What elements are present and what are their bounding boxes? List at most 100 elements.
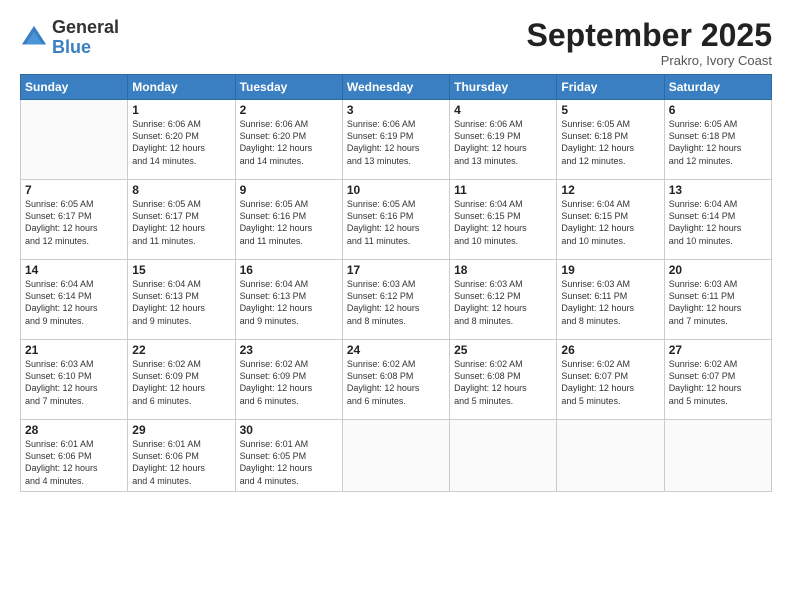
calendar-cell: 25Sunrise: 6:02 AMSunset: 6:08 PMDayligh… bbox=[450, 340, 557, 420]
day-number: 5 bbox=[561, 103, 659, 117]
cell-info: Sunrise: 6:02 AMSunset: 6:07 PMDaylight:… bbox=[561, 358, 659, 407]
header: General Blue September 2025 Prakro, Ivor… bbox=[20, 18, 772, 68]
calendar-cell bbox=[21, 100, 128, 180]
cell-info: Sunrise: 6:03 AMSunset: 6:12 PMDaylight:… bbox=[454, 278, 552, 327]
calendar-cell bbox=[450, 420, 557, 492]
calendar-cell: 13Sunrise: 6:04 AMSunset: 6:14 PMDayligh… bbox=[664, 180, 771, 260]
calendar-cell: 8Sunrise: 6:05 AMSunset: 6:17 PMDaylight… bbox=[128, 180, 235, 260]
cell-info: Sunrise: 6:05 AMSunset: 6:17 PMDaylight:… bbox=[132, 198, 230, 247]
cell-info: Sunrise: 6:05 AMSunset: 6:17 PMDaylight:… bbox=[25, 198, 123, 247]
col-header-saturday: Saturday bbox=[664, 75, 771, 100]
location-subtitle: Prakro, Ivory Coast bbox=[527, 53, 772, 68]
cell-info: Sunrise: 6:05 AMSunset: 6:18 PMDaylight:… bbox=[669, 118, 767, 167]
cell-info: Sunrise: 6:04 AMSunset: 6:14 PMDaylight:… bbox=[25, 278, 123, 327]
col-header-thursday: Thursday bbox=[450, 75, 557, 100]
day-number: 13 bbox=[669, 183, 767, 197]
cell-info: Sunrise: 6:03 AMSunset: 6:10 PMDaylight:… bbox=[25, 358, 123, 407]
cell-info: Sunrise: 6:06 AMSunset: 6:20 PMDaylight:… bbox=[132, 118, 230, 167]
day-number: 27 bbox=[669, 343, 767, 357]
calendar-cell: 26Sunrise: 6:02 AMSunset: 6:07 PMDayligh… bbox=[557, 340, 664, 420]
calendar-week-1: 1Sunrise: 6:06 AMSunset: 6:20 PMDaylight… bbox=[21, 100, 772, 180]
calendar-cell bbox=[342, 420, 449, 492]
calendar-cell: 21Sunrise: 6:03 AMSunset: 6:10 PMDayligh… bbox=[21, 340, 128, 420]
calendar-cell: 11Sunrise: 6:04 AMSunset: 6:15 PMDayligh… bbox=[450, 180, 557, 260]
day-number: 20 bbox=[669, 263, 767, 277]
cell-info: Sunrise: 6:01 AMSunset: 6:06 PMDaylight:… bbox=[25, 438, 123, 487]
calendar-week-4: 21Sunrise: 6:03 AMSunset: 6:10 PMDayligh… bbox=[21, 340, 772, 420]
day-number: 3 bbox=[347, 103, 445, 117]
day-number: 17 bbox=[347, 263, 445, 277]
calendar-week-2: 7Sunrise: 6:05 AMSunset: 6:17 PMDaylight… bbox=[21, 180, 772, 260]
calendar-cell: 3Sunrise: 6:06 AMSunset: 6:19 PMDaylight… bbox=[342, 100, 449, 180]
logo: General Blue bbox=[20, 18, 119, 58]
day-number: 6 bbox=[669, 103, 767, 117]
cell-info: Sunrise: 6:06 AMSunset: 6:19 PMDaylight:… bbox=[454, 118, 552, 167]
title-block: September 2025 Prakro, Ivory Coast bbox=[527, 18, 772, 68]
day-number: 7 bbox=[25, 183, 123, 197]
cell-info: Sunrise: 6:01 AMSunset: 6:06 PMDaylight:… bbox=[132, 438, 230, 487]
day-number: 21 bbox=[25, 343, 123, 357]
calendar-cell: 9Sunrise: 6:05 AMSunset: 6:16 PMDaylight… bbox=[235, 180, 342, 260]
cell-info: Sunrise: 6:06 AMSunset: 6:19 PMDaylight:… bbox=[347, 118, 445, 167]
day-number: 12 bbox=[561, 183, 659, 197]
day-number: 16 bbox=[240, 263, 338, 277]
cell-info: Sunrise: 6:04 AMSunset: 6:15 PMDaylight:… bbox=[454, 198, 552, 247]
day-number: 8 bbox=[132, 183, 230, 197]
calendar-cell: 7Sunrise: 6:05 AMSunset: 6:17 PMDaylight… bbox=[21, 180, 128, 260]
calendar-cell: 22Sunrise: 6:02 AMSunset: 6:09 PMDayligh… bbox=[128, 340, 235, 420]
day-number: 11 bbox=[454, 183, 552, 197]
cell-info: Sunrise: 6:04 AMSunset: 6:13 PMDaylight:… bbox=[240, 278, 338, 327]
cell-info: Sunrise: 6:04 AMSunset: 6:14 PMDaylight:… bbox=[669, 198, 767, 247]
day-number: 18 bbox=[454, 263, 552, 277]
calendar-cell: 20Sunrise: 6:03 AMSunset: 6:11 PMDayligh… bbox=[664, 260, 771, 340]
day-number: 25 bbox=[454, 343, 552, 357]
day-number: 19 bbox=[561, 263, 659, 277]
calendar-week-3: 14Sunrise: 6:04 AMSunset: 6:14 PMDayligh… bbox=[21, 260, 772, 340]
logo-general: General bbox=[52, 17, 119, 37]
cell-info: Sunrise: 6:02 AMSunset: 6:09 PMDaylight:… bbox=[132, 358, 230, 407]
day-number: 23 bbox=[240, 343, 338, 357]
day-number: 26 bbox=[561, 343, 659, 357]
calendar-cell: 28Sunrise: 6:01 AMSunset: 6:06 PMDayligh… bbox=[21, 420, 128, 492]
cell-info: Sunrise: 6:02 AMSunset: 6:08 PMDaylight:… bbox=[454, 358, 552, 407]
col-header-monday: Monday bbox=[128, 75, 235, 100]
calendar-cell: 4Sunrise: 6:06 AMSunset: 6:19 PMDaylight… bbox=[450, 100, 557, 180]
cell-info: Sunrise: 6:05 AMSunset: 6:16 PMDaylight:… bbox=[240, 198, 338, 247]
calendar-cell: 5Sunrise: 6:05 AMSunset: 6:18 PMDaylight… bbox=[557, 100, 664, 180]
calendar-week-5: 28Sunrise: 6:01 AMSunset: 6:06 PMDayligh… bbox=[21, 420, 772, 492]
page: General Blue September 2025 Prakro, Ivor… bbox=[0, 0, 792, 612]
cell-info: Sunrise: 6:06 AMSunset: 6:20 PMDaylight:… bbox=[240, 118, 338, 167]
calendar-cell: 2Sunrise: 6:06 AMSunset: 6:20 PMDaylight… bbox=[235, 100, 342, 180]
month-title: September 2025 bbox=[527, 18, 772, 53]
day-number: 24 bbox=[347, 343, 445, 357]
calendar-cell: 23Sunrise: 6:02 AMSunset: 6:09 PMDayligh… bbox=[235, 340, 342, 420]
calendar-cell: 19Sunrise: 6:03 AMSunset: 6:11 PMDayligh… bbox=[557, 260, 664, 340]
day-number: 15 bbox=[132, 263, 230, 277]
calendar-cell: 12Sunrise: 6:04 AMSunset: 6:15 PMDayligh… bbox=[557, 180, 664, 260]
cell-info: Sunrise: 6:03 AMSunset: 6:11 PMDaylight:… bbox=[561, 278, 659, 327]
calendar-cell: 14Sunrise: 6:04 AMSunset: 6:14 PMDayligh… bbox=[21, 260, 128, 340]
calendar-cell: 24Sunrise: 6:02 AMSunset: 6:08 PMDayligh… bbox=[342, 340, 449, 420]
calendar-cell: 29Sunrise: 6:01 AMSunset: 6:06 PMDayligh… bbox=[128, 420, 235, 492]
calendar-header-row: SundayMondayTuesdayWednesdayThursdayFrid… bbox=[21, 75, 772, 100]
day-number: 28 bbox=[25, 423, 123, 437]
calendar-cell: 10Sunrise: 6:05 AMSunset: 6:16 PMDayligh… bbox=[342, 180, 449, 260]
col-header-tuesday: Tuesday bbox=[235, 75, 342, 100]
day-number: 4 bbox=[454, 103, 552, 117]
calendar-cell bbox=[664, 420, 771, 492]
day-number: 14 bbox=[25, 263, 123, 277]
logo-text: General Blue bbox=[52, 18, 119, 58]
col-header-wednesday: Wednesday bbox=[342, 75, 449, 100]
day-number: 30 bbox=[240, 423, 338, 437]
calendar-cell: 16Sunrise: 6:04 AMSunset: 6:13 PMDayligh… bbox=[235, 260, 342, 340]
col-header-friday: Friday bbox=[557, 75, 664, 100]
cell-info: Sunrise: 6:02 AMSunset: 6:08 PMDaylight:… bbox=[347, 358, 445, 407]
day-number: 1 bbox=[132, 103, 230, 117]
calendar-cell: 1Sunrise: 6:06 AMSunset: 6:20 PMDaylight… bbox=[128, 100, 235, 180]
cell-info: Sunrise: 6:03 AMSunset: 6:12 PMDaylight:… bbox=[347, 278, 445, 327]
day-number: 10 bbox=[347, 183, 445, 197]
day-number: 9 bbox=[240, 183, 338, 197]
calendar-cell: 15Sunrise: 6:04 AMSunset: 6:13 PMDayligh… bbox=[128, 260, 235, 340]
calendar-cell: 17Sunrise: 6:03 AMSunset: 6:12 PMDayligh… bbox=[342, 260, 449, 340]
cell-info: Sunrise: 6:04 AMSunset: 6:15 PMDaylight:… bbox=[561, 198, 659, 247]
